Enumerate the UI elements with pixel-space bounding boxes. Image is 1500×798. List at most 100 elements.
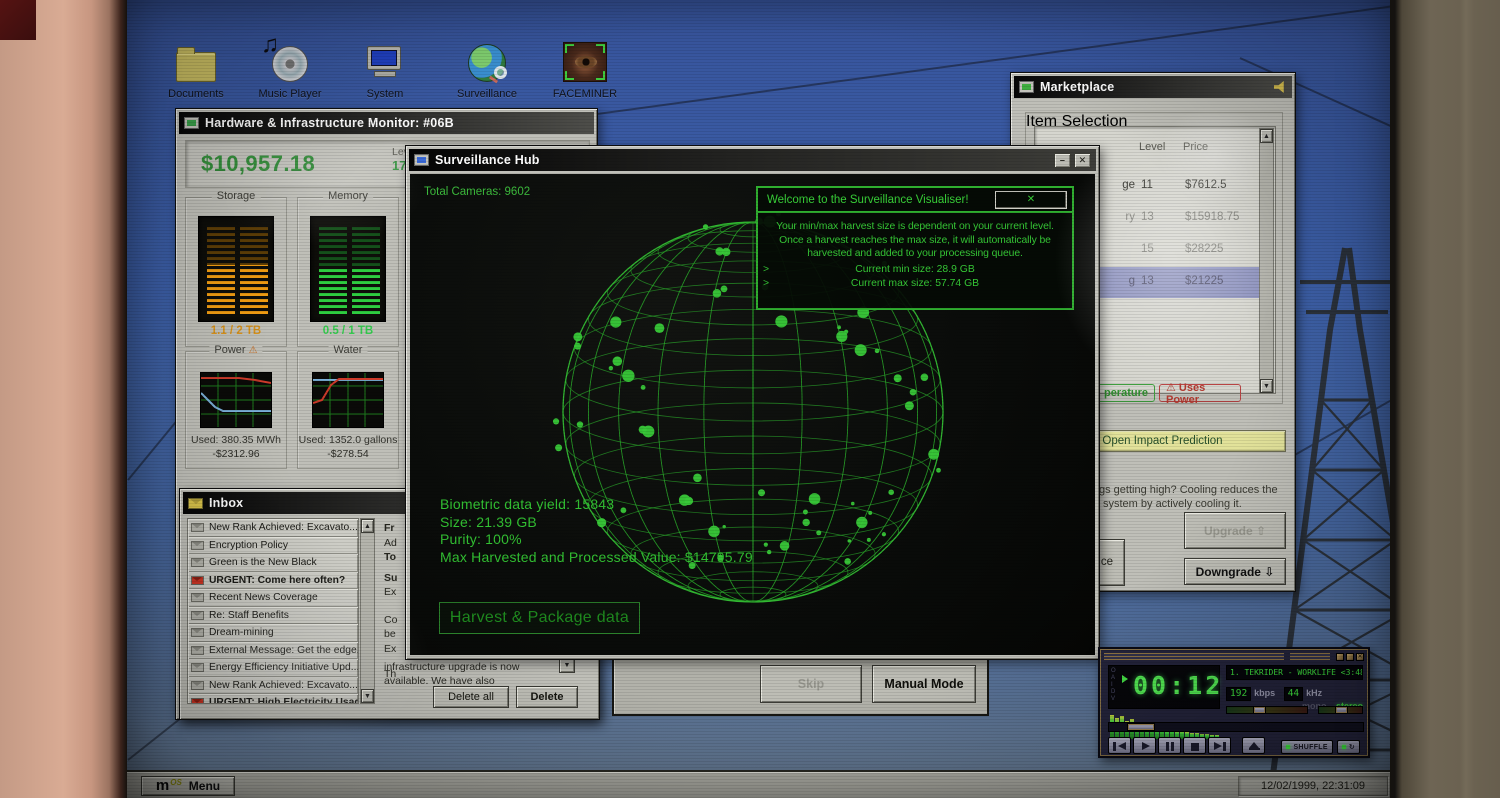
harvest-package-button[interactable]: Harvest & Package data xyxy=(439,602,640,634)
desktop-icon-system[interactable]: System xyxy=(345,32,425,100)
list-item[interactable]: New Rank Achieved: Excavato... xyxy=(188,677,358,695)
music-note-icon: ♫ xyxy=(261,31,279,59)
loop-icon: ↻ xyxy=(1349,743,1355,751)
list-item-urgent[interactable]: URGENT: High Electricity Usage xyxy=(188,694,358,704)
balance-knob[interactable] xyxy=(1335,706,1348,714)
previous-button[interactable] xyxy=(1108,737,1131,754)
list-item[interactable]: Re: Staff Benefits xyxy=(188,607,358,625)
surveillance-titlebar[interactable]: Surveillance Hub – ✕ xyxy=(409,149,1096,171)
speaker-icon[interactable] xyxy=(1274,81,1287,93)
scroll-up-icon[interactable]: ▲ xyxy=(1260,129,1273,143)
time-display: OAIDV 00:12 xyxy=(1108,665,1220,709)
mail-icon xyxy=(191,681,204,690)
mail-icon xyxy=(191,646,204,655)
close-icon[interactable]: ✕ xyxy=(1074,153,1091,168)
eject-button[interactable] xyxy=(1242,737,1265,754)
memory-value: 0.5 / 1 TB xyxy=(298,325,398,337)
warning-icon: ⚠ xyxy=(249,345,258,356)
os-logo: m xyxy=(156,779,168,793)
downgrade-button[interactable]: Downgrade ⇩ xyxy=(1184,558,1286,585)
list-item[interactable]: Energy Efficiency Initiative Upd... xyxy=(188,659,358,677)
power-usage-group: Power ⚠ Used: 380.35 MWh -$2312.96 xyxy=(185,351,287,469)
list-item[interactable]: External Message: Get the edge... xyxy=(188,642,358,660)
list-item[interactable]: New Rank Achieved: Excavato... xyxy=(188,519,358,537)
window-title: Inbox xyxy=(209,496,243,510)
min-size-row: > Current min size: 28.9 GB xyxy=(758,264,1072,275)
harvest-purity: Purity: 100% xyxy=(440,531,753,549)
start-menu-button[interactable]: m OS Menu xyxy=(141,776,235,796)
marketplace-titlebar[interactable]: Marketplace xyxy=(1014,76,1292,98)
track-time: 00:12 xyxy=(1133,671,1223,700)
welcome-dialog: Welcome to the Surveillance Visualiser! … xyxy=(756,186,1074,310)
next-button[interactable] xyxy=(1208,737,1231,754)
icon-label: FACEMINER xyxy=(545,88,625,100)
message-preview-fragments: Fr Ad To Su Ex Co be Ex Th xyxy=(384,521,397,682)
list-item-urgent[interactable]: URGENT: Come here often? xyxy=(188,572,358,590)
monitor-bezel-left xyxy=(0,0,127,798)
scroll-down-icon[interactable]: ▼ xyxy=(361,689,374,703)
track-title: 1. TEKRIDER - WORKLIFE <3:48> xyxy=(1226,665,1363,680)
surveillance-viewport: Total Cameras: 9602 Biometric data yield… xyxy=(410,174,1095,655)
stop-button[interactable] xyxy=(1183,737,1206,754)
delete-button[interactable]: Delete xyxy=(516,686,578,708)
list-item[interactable]: Encryption Policy xyxy=(188,537,358,555)
volume-knob[interactable] xyxy=(1253,706,1266,714)
desktop-icon-surveillance[interactable]: Surveillance xyxy=(447,32,527,100)
computer-icon xyxy=(367,46,403,82)
power-graph xyxy=(200,372,272,428)
dialog-title: Welcome to the Surveillance Visualiser! xyxy=(767,194,969,206)
envelope-icon xyxy=(188,498,203,509)
pause-button[interactable] xyxy=(1158,737,1181,754)
player-close-icon[interactable]: ✕ xyxy=(1356,653,1364,661)
window-title: Hardware & Infrastructure Monitor: #06B xyxy=(205,116,454,130)
scroll-up-icon[interactable]: ▲ xyxy=(361,519,374,533)
shuffle-toggle[interactable]: SHUFFLE xyxy=(1281,740,1332,754)
desktop-icon-music-player[interactable]: ♫ Music Player xyxy=(250,32,330,100)
play-indicator-icon xyxy=(1122,675,1128,683)
play-button[interactable] xyxy=(1133,737,1156,754)
clutterbar[interactable]: OAIDV xyxy=(1111,668,1116,703)
desktop-icon-faceminer[interactable]: FACEMINER xyxy=(545,32,625,100)
balance-slider[interactable] xyxy=(1318,706,1363,714)
shuffle-led xyxy=(1286,745,1290,749)
memory-gauge-group: Memory 0.5 / 1 TB xyxy=(297,197,399,347)
music-player: ✕ OAIDV 00:12 1. TEKRIDER - WORKLIFE <3:… xyxy=(1098,647,1370,758)
water-usage-group: Water Used: 1352.0 gallons -$278.54 xyxy=(297,351,399,469)
list-item[interactable]: Green is the New Black xyxy=(188,554,358,572)
dialog-close-icon[interactable]: ✕ xyxy=(995,191,1067,209)
hardware-titlebar[interactable]: Hardware & Infrastructure Monitor: #06B xyxy=(179,112,594,134)
seek-handle[interactable] xyxy=(1127,723,1155,731)
player-titlebar[interactable]: ✕ xyxy=(1104,652,1364,661)
scroll-down-icon[interactable]: ▼ xyxy=(1260,379,1273,393)
volume-slider[interactable] xyxy=(1226,706,1308,714)
player-minimize-icon[interactable] xyxy=(1336,653,1344,661)
skip-button[interactable]: Skip xyxy=(760,665,862,703)
memory-led-meter xyxy=(310,216,386,322)
message-scroll-down-icon[interactable]: ▼ xyxy=(559,658,575,673)
list-item[interactable]: Dream-mining xyxy=(188,624,358,642)
taskbar-clock: 12/02/1999, 22:31:09 xyxy=(1238,776,1388,796)
upgrade-button[interactable]: Upgrade ⇧ xyxy=(1184,512,1286,549)
inbox-message-list: New Rank Achieved: Excavato... Encryptio… xyxy=(187,518,359,704)
mail-icon xyxy=(191,523,204,532)
desktop-icon-documents[interactable]: Documents xyxy=(156,32,236,100)
mail-icon-urgent xyxy=(191,576,204,585)
minimize-icon[interactable]: – xyxy=(1054,153,1071,168)
cd-icon: ♫ xyxy=(272,46,308,82)
inbox-scrollbar[interactable]: ▲ ▼ xyxy=(360,518,375,704)
player-shade-icon[interactable] xyxy=(1346,653,1354,661)
mail-icon xyxy=(191,663,204,672)
power-used: Used: 380.35 MWh xyxy=(180,434,292,446)
prompt-icon: > xyxy=(763,278,769,289)
list-item[interactable]: Recent News Coverage xyxy=(188,589,358,607)
mail-icon xyxy=(191,558,204,567)
surveillance-window-icon xyxy=(414,154,429,166)
manual-mode-button[interactable]: Manual Mode xyxy=(872,665,976,703)
delete-all-button[interactable]: Delete all xyxy=(433,686,509,708)
seek-bar[interactable] xyxy=(1108,722,1364,732)
loop-led xyxy=(1342,745,1346,749)
loop-toggle[interactable]: ↻ xyxy=(1337,740,1360,754)
power-cost: -$2312.96 xyxy=(186,448,286,460)
item-table-scrollbar[interactable]: ▲ ▼ xyxy=(1259,128,1274,394)
taskbar: m OS Menu 12/02/1999, 22:31:09 xyxy=(127,772,1390,798)
